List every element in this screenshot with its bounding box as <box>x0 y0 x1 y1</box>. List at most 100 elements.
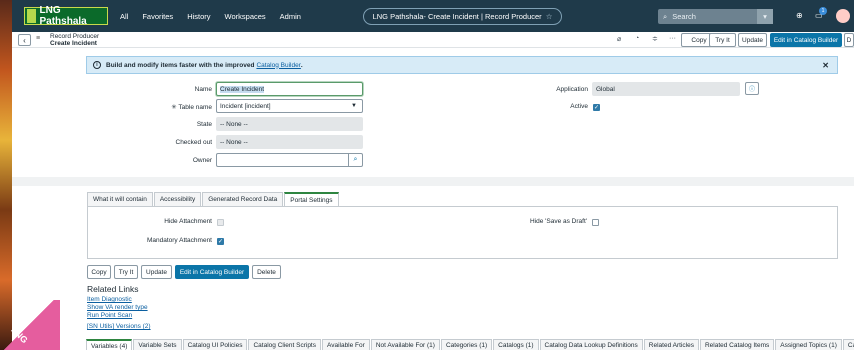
notification-badge: 1 <box>819 7 827 15</box>
search-dropdown-icon[interactable]: ▾ <box>757 9 773 24</box>
owner-label: Owner <box>192 157 212 164</box>
owner-field[interactable] <box>216 153 349 167</box>
nav-favorites[interactable]: Favorites <box>142 12 173 21</box>
more-icon[interactable]: ··· <box>669 35 676 42</box>
tab-portal-settings[interactable]: Portal Settings <box>284 192 339 206</box>
name-field[interactable]: Create Incident <box>216 82 363 96</box>
nav-history[interactable]: History <box>187 12 210 21</box>
item-diagnostic-link[interactable]: Item Diagnostic <box>87 296 132 303</box>
section-divider <box>12 177 854 186</box>
tab-related-catalog-items[interactable]: Related Catalog Items <box>699 339 775 350</box>
attachment-icon[interactable]: ⌀ <box>617 35 621 43</box>
application-info-icon[interactable]: ⓘ <box>745 82 759 95</box>
state-value: -- None -- <box>220 120 248 128</box>
application-field: Global <box>592 82 740 96</box>
application-value: Global <box>596 85 615 93</box>
search-icon: ⌕ <box>663 11 668 21</box>
portal-settings-panel <box>87 206 838 259</box>
decorative-side-image <box>0 0 12 350</box>
tab-generated-record-data[interactable]: Generated Record Data <box>202 192 284 206</box>
tab-accessibility[interactable]: Accessibility <box>153 192 202 206</box>
tab-variable-sets[interactable]: Variable Sets <box>133 339 182 350</box>
main-nav: All Favorites History Workspaces Admin <box>120 12 315 21</box>
mandatory-attachment-checkbox[interactable]: ✓ <box>217 238 224 245</box>
show-va-render-type-link[interactable]: Show VA render type <box>87 304 148 311</box>
hide-attachment-checkbox <box>217 219 224 226</box>
name-label: Name <box>194 86 212 93</box>
catalog-builder-link[interactable]: Catalog Builder <box>256 62 300 69</box>
nav-admin[interactable]: Admin <box>280 12 301 21</box>
tab-variables[interactable]: Variables (4) <box>86 339 133 350</box>
context-title-text: LNG Pathshala- Create Incident | Record … <box>372 12 542 21</box>
checked-out-field: -- None -- <box>216 135 363 149</box>
record-name: Create Incident <box>50 40 97 47</box>
record-type: Record Producer <box>50 33 100 40</box>
bottom-edit-catalog-builder-button[interactable]: Edit in Catalog Builder <box>175 265 249 279</box>
tab-overflow[interactable]: Ca <box>842 339 854 350</box>
edit-catalog-builder-button[interactable]: Edit in Catalog Builder <box>770 33 842 47</box>
record-title: Record Producer Create Incident <box>50 33 99 47</box>
lookup-search-icon[interactable]: ⌕ <box>348 153 363 167</box>
table-name-label: ✳ Table name <box>130 103 212 111</box>
mandatory-attachment-label: Mandatory Attachment <box>146 237 212 244</box>
checked-out-label: Checked out <box>175 139 213 146</box>
close-icon[interactable]: ✕ <box>822 61 829 70</box>
update-button[interactable]: Update <box>738 33 767 47</box>
chevron-left-icon: ‹ <box>23 35 26 45</box>
avatar[interactable] <box>836 9 850 23</box>
info-text: Build and modify items faster with the i… <box>106 61 255 69</box>
application-label: Application <box>556 86 588 93</box>
state-field: -- None -- <box>216 117 363 131</box>
related-list-tabs: Variables (4) Variable Sets Catalog UI P… <box>86 339 854 350</box>
tab-available-for[interactable]: Available For <box>321 339 370 350</box>
bottom-try-it-button[interactable]: Try It <box>114 265 138 279</box>
table-name-select[interactable]: Incident [incident] ▼ <box>216 99 363 113</box>
tab-not-available-for[interactable]: Not Available For (1) <box>370 339 440 350</box>
search-placeholder: Search <box>672 12 696 21</box>
context-title[interactable]: LNG Pathshala- Create Incident | Record … <box>363 8 562 25</box>
activity-icon[interactable]: ◔ <box>635 35 639 42</box>
settings-sliders-icon[interactable]: ≑ <box>652 35 658 43</box>
bottom-copy-button[interactable]: Copy <box>87 265 111 279</box>
tab-catalog-data-lookup[interactable]: Catalog Data Lookup Definitions <box>539 339 643 350</box>
corner-ribbon-text: LNG <box>9 324 30 346</box>
tab-categories[interactable]: Categories (1) <box>440 339 493 350</box>
logo-text: LNG Pathshala <box>39 5 87 27</box>
bottom-delete-button[interactable]: Delete <box>252 265 281 279</box>
corner-ribbon: LNG <box>0 300 60 350</box>
context-menu-icon[interactable]: ≡ <box>36 35 40 42</box>
checked-out-value: -- None -- <box>220 138 248 146</box>
info-suffix: . <box>300 61 303 69</box>
globe-icon[interactable]: ⊕ <box>796 11 803 20</box>
info-icon: i <box>93 61 101 69</box>
global-search[interactable]: ⌕ Search ▾ <box>658 9 773 24</box>
logo[interactable]: LNG Pathshala <box>24 5 108 27</box>
form-header: ‹ ≡ Record Producer Create Incident ⌀ ◔ … <box>12 32 854 48</box>
hide-save-draft-checkbox[interactable] <box>592 219 599 226</box>
nav-workspaces[interactable]: Workspaces <box>225 12 266 21</box>
tab-catalogs[interactable]: Catalogs (1) <box>493 339 539 350</box>
tab-catalog-client-scripts[interactable]: Catalog Client Scripts <box>248 339 321 350</box>
name-value: Create Incident <box>220 85 265 93</box>
run-point-scan-link[interactable]: Run Point Scan <box>87 312 132 319</box>
star-icon[interactable]: ☆ <box>546 12 553 21</box>
tab-catalog-ui-policies[interactable]: Catalog UI Policies <box>182 339 248 350</box>
state-label: State <box>196 121 212 128</box>
form-section-tabs: What it will contain Accessibility Gener… <box>87 192 340 206</box>
sn-utils-versions-link[interactable]: [SN Utils] Versions (2) <box>87 323 151 330</box>
back-button[interactable]: ‹ <box>18 34 31 46</box>
chevron-down-icon: ▼ <box>351 103 357 109</box>
tab-what-it-will-contain[interactable]: What it will contain <box>87 192 153 206</box>
try-it-button[interactable]: Try It <box>709 33 736 47</box>
nav-all[interactable]: All <box>120 12 128 21</box>
logo-mark-icon <box>27 9 37 23</box>
table-name-label-text: Table name <box>178 104 212 111</box>
info-message: i Build and modify items faster with the… <box>86 56 838 74</box>
related-links-title: Related Links <box>87 284 139 294</box>
active-checkbox[interactable]: ✓ <box>593 104 600 111</box>
tab-assigned-topics[interactable]: Assigned Topics (1) <box>775 339 842 350</box>
table-name-value: Incident [incident] <box>220 102 271 110</box>
tab-related-articles[interactable]: Related Articles <box>643 339 699 350</box>
overflow-button[interactable]: D <box>844 33 854 47</box>
bottom-update-button[interactable]: Update <box>141 265 172 279</box>
